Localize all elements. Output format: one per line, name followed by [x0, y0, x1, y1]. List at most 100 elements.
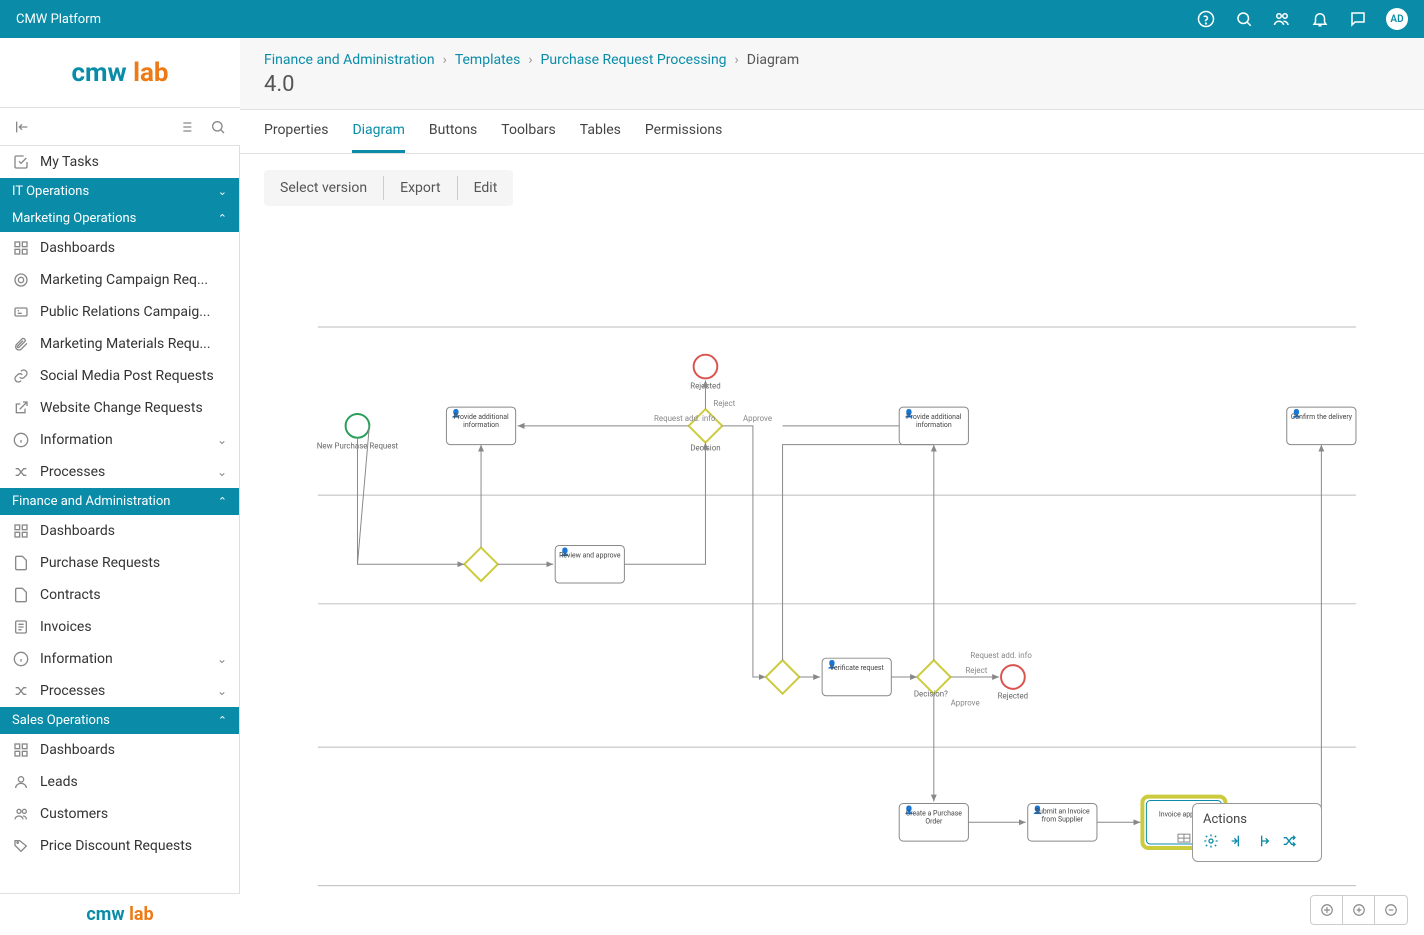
chevron-up-icon: ⌃: [218, 495, 227, 508]
doc-icon: [12, 554, 30, 572]
svg-text:Approve: Approve: [951, 699, 980, 708]
sidebar-item[interactable]: Dashboards: [0, 515, 239, 547]
tab-buttons[interactable]: Buttons: [429, 110, 477, 153]
external-icon: [12, 399, 30, 417]
actions-title: Actions: [1203, 812, 1311, 827]
breadcrumb-item[interactable]: Finance and Administration: [264, 52, 435, 68]
pr-icon: [12, 303, 30, 321]
sidebar-item[interactable]: Price Discount Requests: [0, 830, 239, 862]
bell-icon[interactable]: [1310, 9, 1330, 29]
sidebar-item[interactable]: Dashboards: [0, 232, 239, 264]
sidebar-item[interactable]: Social Media Post Requests: [0, 360, 239, 392]
diagram-canvas[interactable]: Select version Export Edit New Purchase …: [240, 154, 1424, 935]
dashboard-icon: [12, 741, 30, 759]
shuffle-icon[interactable]: [1281, 833, 1297, 853]
sidebar-item-label: Marketing Materials Requ...: [40, 336, 227, 352]
collapse-icon[interactable]: [10, 115, 34, 139]
zoom-in-icon[interactable]: [1343, 896, 1375, 924]
target-icon: [12, 271, 30, 289]
end-rejected-1[interactable]: [694, 355, 718, 379]
sidebar-section-header[interactable]: Finance and Administration⌃: [0, 488, 239, 515]
sidebar-item-label: Processes: [40, 683, 207, 699]
list-icon[interactable]: [174, 115, 198, 139]
search-icon[interactable]: [1234, 9, 1254, 29]
zoom-fit-icon[interactable]: [1311, 896, 1343, 924]
sidebar-section-header[interactable]: IT Operations⌄: [0, 178, 239, 205]
gateway-lane2[interactable]: [464, 547, 498, 581]
sidebar-item-label: Processes: [40, 464, 207, 480]
search-sidebar-icon[interactable]: [206, 115, 230, 139]
sidebar-item[interactable]: Website Change Requests: [0, 392, 239, 424]
invoice-icon: [12, 618, 30, 636]
chevron-down-icon: ⌄: [218, 185, 227, 198]
sidebar-item[interactable]: Processes ⌄: [0, 675, 239, 707]
tab-toolbars[interactable]: Toolbars: [501, 110, 556, 153]
arrow-out-icon[interactable]: [1255, 833, 1271, 853]
user-icon: [12, 773, 30, 791]
sidebar-item[interactable]: Customers: [0, 798, 239, 830]
svg-text:Decision?: Decision?: [914, 690, 948, 699]
sidebar-item[interactable]: Marketing Materials Requ...: [0, 328, 239, 360]
sidebar-item[interactable]: Processes ⌄: [0, 456, 239, 488]
users-icon: [12, 805, 30, 823]
tab-tables[interactable]: Tables: [580, 110, 621, 153]
sidebar-item[interactable]: Invoices: [0, 611, 239, 643]
sidebar: cmw lab My TasksIT Operations⌄Marketing …: [0, 38, 240, 935]
chevron-down-icon: ⌄: [217, 652, 227, 666]
sidebar-my-tasks[interactable]: My Tasks: [0, 146, 239, 178]
sidebar-section-header[interactable]: Sales Operations⌃: [0, 707, 239, 734]
breadcrumb-item[interactable]: Purchase Request Processing: [541, 52, 727, 68]
info-icon: [12, 650, 30, 668]
gateway-lane3a[interactable]: [766, 660, 800, 694]
sidebar-item-label: Price Discount Requests: [40, 838, 227, 854]
process-icon: [12, 463, 30, 481]
sidebar-item-label: Customers: [40, 806, 227, 822]
sidebar-item[interactable]: Leads: [0, 766, 239, 798]
avatar[interactable]: AD: [1386, 8, 1408, 30]
svg-text:Rejected: Rejected: [998, 692, 1028, 701]
sidebar-item-label: Leads: [40, 774, 227, 790]
sidebar-item-label: Invoices: [40, 619, 227, 635]
sidebar-item-label: Dashboards: [40, 523, 227, 539]
process-icon: [12, 682, 30, 700]
sidebar-body: My TasksIT Operations⌄Marketing Operatio…: [0, 146, 240, 893]
sidebar-item[interactable]: Purchase Requests: [0, 547, 239, 579]
sidebar-item[interactable]: Marketing Campaign Req...: [0, 264, 239, 296]
info-icon: [12, 431, 30, 449]
sidebar-item-label: Dashboards: [40, 240, 227, 256]
breadcrumb: Finance and Administration›Templates›Pur…: [264, 52, 1400, 68]
chevron-down-icon: ⌄: [217, 465, 227, 479]
help-icon[interactable]: [1196, 9, 1216, 29]
sidebar-item[interactable]: Information⌄: [0, 424, 239, 456]
tabs-bar: Properties Diagram Buttons Toolbars Tables Pe…: [240, 110, 1424, 154]
dashboard-icon: [12, 522, 30, 540]
sidebar-item-label: Website Change Requests: [40, 400, 227, 416]
tab-properties[interactable]: Properties: [264, 110, 328, 153]
svg-text:Reject: Reject: [713, 399, 735, 408]
tab-permissions[interactable]: Permissions: [645, 110, 722, 153]
chat-icon[interactable]: [1348, 9, 1368, 29]
sidebar-item[interactable]: Contracts: [0, 579, 239, 611]
arrow-in-icon[interactable]: [1229, 833, 1245, 853]
zoom-out-icon[interactable]: [1375, 896, 1407, 924]
chevron-down-icon: ⌄: [217, 684, 227, 698]
sidebar-item[interactable]: Public Relations Campaig...: [0, 296, 239, 328]
start-event[interactable]: [346, 414, 370, 438]
attach-icon: [12, 335, 30, 353]
gear-icon[interactable]: [1203, 833, 1219, 853]
end-rejected-2[interactable]: [1001, 665, 1025, 689]
breadcrumb-item[interactable]: Templates: [455, 52, 521, 68]
sidebar-toolbar: [0, 108, 240, 146]
sidebar-item-label: Social Media Post Requests: [40, 368, 227, 384]
svg-text:Reject: Reject: [965, 666, 987, 675]
sidebar-item-label: Purchase Requests: [40, 555, 227, 571]
topbar: CMW Platform AD: [0, 0, 1424, 38]
app-title: CMW Platform: [16, 12, 101, 27]
sidebar-item[interactable]: Dashboards: [0, 734, 239, 766]
sidebar-item[interactable]: Information⌄: [0, 643, 239, 675]
tab-diagram[interactable]: Diagram: [352, 110, 404, 153]
logo: cmw lab: [0, 38, 240, 108]
sidebar-section-header[interactable]: Marketing Operations⌃: [0, 205, 239, 232]
gateway-decision2[interactable]: [917, 660, 951, 694]
people-icon[interactable]: [1272, 9, 1292, 29]
